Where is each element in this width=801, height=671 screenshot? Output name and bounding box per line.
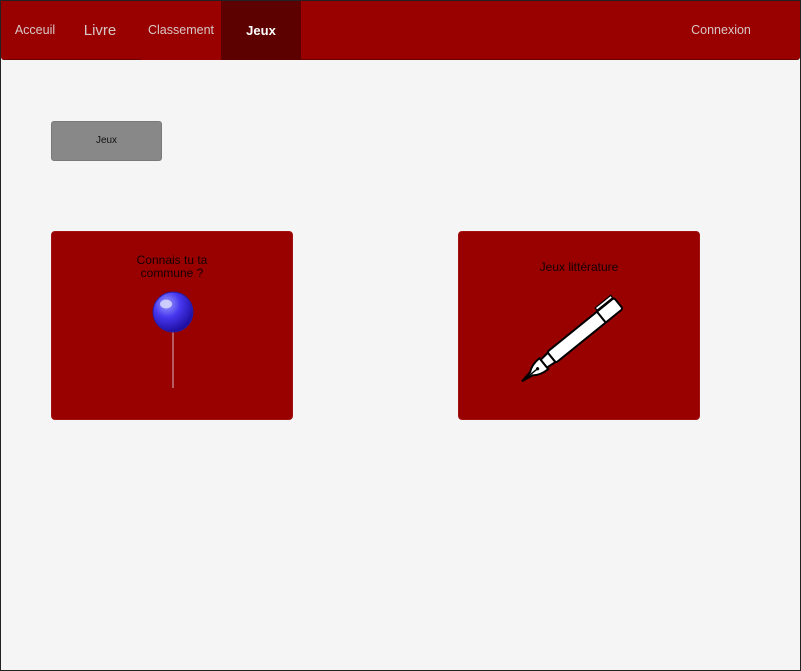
nav-livre[interactable]: Livre [69, 1, 131, 60]
top-navbar: Acceuil Livre Classement Jeux Connexion [1, 1, 800, 60]
fountain-pen-icon [521, 294, 624, 383]
card-jeux-litterature[interactable]: Jeux littérature [458, 231, 700, 420]
map-pin-icon [152, 291, 194, 388]
page-frame: Acceuil Livre Classement Jeux Connexion … [0, 0, 801, 671]
jeux-section-button[interactable]: Jeux [51, 121, 162, 161]
nav-classement[interactable]: Classement [141, 1, 221, 60]
nav-acceuil[interactable]: Acceuil [1, 1, 69, 60]
card-title-commune: Connais tu ta commune ? [136, 253, 208, 280]
card-connais-ta-commune[interactable]: Connais tu ta commune ? [51, 231, 293, 420]
nav-connexion[interactable]: Connexion [681, 1, 761, 60]
card-title-litterature: Jeux littérature [539, 260, 619, 274]
nav-jeux-active[interactable]: Jeux [221, 1, 301, 60]
